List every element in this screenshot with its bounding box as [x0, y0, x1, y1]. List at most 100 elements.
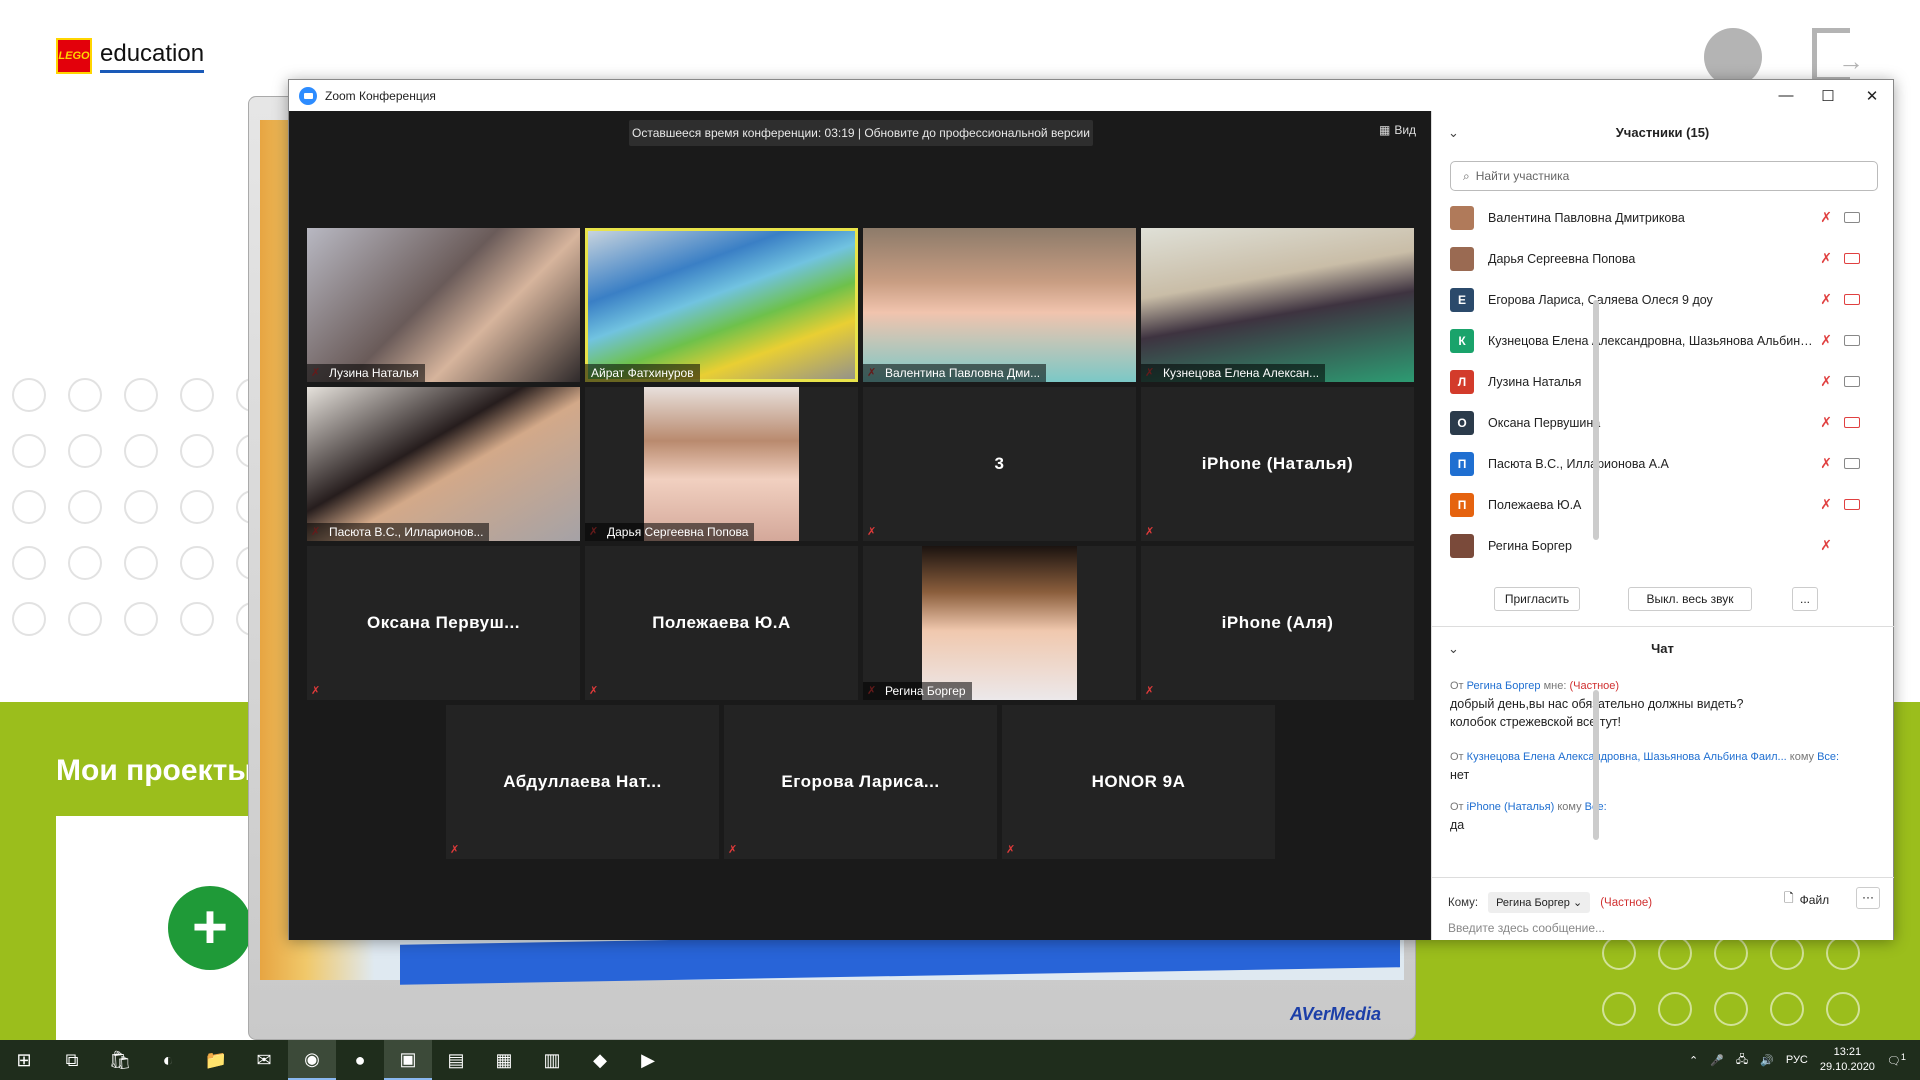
name-tile[interactable]: Оксана Первуш... ✗ [307, 546, 580, 700]
muted-mic-icon[interactable]: ✗ [1820, 250, 1832, 267]
participant-name: Дарья Сергеевна Попова [1488, 251, 1636, 266]
powerpoint-icon[interactable]: ▤ [432, 1040, 480, 1080]
video-tile-active-speaker[interactable]: Айрат Фатхинуров [585, 228, 858, 382]
tile-display-name: iPhone (Наталья) [1201, 454, 1354, 473]
chat-more-button[interactable]: ··· [1856, 887, 1880, 909]
name-tile[interactable]: Полежаева Ю.А ✗ [585, 546, 858, 700]
muted-mic-icon[interactable]: ✗ [1820, 496, 1832, 513]
mail-icon[interactable]: ✉ [240, 1040, 288, 1080]
participant-row[interactable]: Валентина Павловна Дмитрикова ✗ [1432, 197, 1878, 238]
media-app-icon[interactable]: ▶ [624, 1040, 672, 1080]
volume-icon[interactable]: 🔊 [1760, 1054, 1774, 1067]
muted-mic-icon[interactable]: ✗ [1820, 291, 1832, 308]
camera-off-icon[interactable] [1844, 417, 1860, 428]
muted-mic-icon: ✗ [311, 685, 321, 697]
sender-name[interactable]: Регина Боргер [1467, 680, 1541, 692]
participant-search-input[interactable]: ⌕ Найти участника [1450, 161, 1878, 191]
grid-icon: ▦ [1379, 123, 1391, 137]
title-bar: Zoom Конференция — ☐ ✕ [289, 80, 1893, 111]
participant-scrollbar[interactable] [1593, 300, 1599, 540]
camera-off-icon[interactable] [1844, 253, 1860, 264]
chat-message-input[interactable]: Введите здесь сообщение... [1448, 921, 1605, 935]
video-tile[interactable]: ✗ Валентина Павловна Дми... [863, 228, 1136, 382]
camera-off-icon[interactable] [1844, 499, 1860, 510]
video-tile[interactable]: ✗ Кузнецова Елена Алексан... [1141, 228, 1414, 382]
tray-chevron-icon[interactable]: ⌃ [1689, 1054, 1698, 1067]
video-tile[interactable]: ✗ Пасюта В.С., Илларионов... [307, 387, 580, 541]
name-tile[interactable]: HONOR 9A ✗ [1002, 705, 1275, 859]
camera-off-icon[interactable] [1844, 294, 1860, 305]
name-tile[interactable]: Егорова Лариса... ✗ [724, 705, 997, 859]
to-label: Кому: [1448, 896, 1479, 909]
store-icon[interactable]: 🛍 [96, 1040, 144, 1080]
participant-row[interactable]: П Полежаева Ю.А ✗ [1432, 484, 1878, 525]
file-explorer-icon[interactable]: 📁 [192, 1040, 240, 1080]
chat-scrollbar[interactable] [1593, 690, 1599, 840]
muted-mic-icon[interactable]: ✗ [1820, 332, 1832, 349]
muted-mic-icon[interactable]: ✗ [1820, 414, 1832, 431]
avatar: Л [1450, 369, 1474, 394]
mute-all-button[interactable]: Выкл. весь звук [1628, 587, 1752, 611]
language-indicator[interactable]: РУС [1786, 1054, 1808, 1066]
participant-row[interactable]: Дарья Сергеевна Попова ✗ [1432, 238, 1878, 279]
name-tile[interactable]: iPhone (Аля) ✗ [1141, 546, 1414, 700]
camera-icon[interactable] [1844, 376, 1860, 387]
muted-mic-icon[interactable]: ✗ [1820, 373, 1832, 390]
view-button[interactable]: ▦ Вид [1379, 123, 1416, 137]
camera-icon[interactable] [1844, 212, 1860, 223]
maximize-button[interactable]: ☐ [1805, 80, 1851, 111]
participant-row[interactable]: П Пасюта В.С., Илларионова А.А ✗ [1432, 443, 1878, 484]
search-icon: ⌕ [1463, 168, 1470, 183]
minimize-button[interactable]: — [1763, 80, 1809, 111]
settings-gear-icon[interactable] [1704, 28, 1762, 86]
participant-video-feed [644, 387, 799, 541]
video-tile[interactable]: ✗ Лузина Наталья [307, 228, 580, 382]
participant-row[interactable]: Л Лузина Наталья ✗ [1432, 361, 1878, 402]
windows-taskbar: ⊞ ⧉ 🛍 ◐ 📁 ✉ ◉ ● ▣ ▤ ▦ ▥ ◆ ▶ ⌃ 🎤 🖧 🔊 РУС … [0, 1040, 1920, 1080]
video-tile[interactable]: ✗ Дарья Сергеевна Попова [585, 387, 858, 541]
participant-row[interactable]: К Кузнецова Елена Александровна, Шазьянов… [1432, 320, 1878, 361]
notifications-icon[interactable]: 🗨1 [1887, 1052, 1906, 1068]
muted-mic-icon[interactable]: ✗ [1820, 537, 1832, 554]
participant-row[interactable]: Регина Боргер ✗ [1432, 525, 1878, 566]
muted-mic-icon[interactable]: ✗ [1820, 209, 1832, 226]
sender-name[interactable]: iPhone (Наталья) [1467, 801, 1555, 813]
invite-button[interactable]: Пригласить [1494, 587, 1580, 611]
recipient-select[interactable]: Регина Боргер ⌄ [1488, 892, 1591, 913]
video-tile[interactable]: ✗ Регина Боргер [863, 546, 1136, 700]
chat-divider [1432, 877, 1894, 878]
1c-app-icon[interactable]: ● [336, 1040, 384, 1080]
tile-name: Дарья Сергеевна Попова [585, 523, 755, 541]
network-icon[interactable]: 🖧 [1736, 1051, 1748, 1070]
name-tile[interactable]: iPhone (Наталья) ✗ [1141, 387, 1414, 541]
name-tile[interactable]: 3 ✗ [863, 387, 1136, 541]
excel-icon[interactable]: ▦ [480, 1040, 528, 1080]
clock[interactable]: 13:21 29.10.2020 [1820, 1045, 1875, 1075]
zoom-app-icon[interactable]: ▣ [384, 1040, 432, 1080]
sender-name[interactable]: Кузнецова Елена Александровна, Шазьянова… [1467, 751, 1787, 763]
participant-row[interactable]: Е Егорова Лариса, Саляева Олеся 9 доу ✗ [1432, 279, 1878, 320]
close-button[interactable]: ✕ [1849, 80, 1895, 111]
start-windows-icon[interactable]: ⊞ [0, 1040, 48, 1080]
muted-mic-icon[interactable]: ✗ [1820, 455, 1832, 472]
side-panel: ⌄ Участники (15) ⌕ Найти участника Вален… [1431, 111, 1894, 940]
muted-mic-icon: ✗ [589, 685, 599, 697]
word-icon[interactable]: ▥ [528, 1040, 576, 1080]
muted-mic-icon: ✗ [867, 526, 877, 538]
edge-browser-icon[interactable]: ◐ [144, 1040, 192, 1080]
camera-icon[interactable] [1844, 335, 1860, 346]
file-button[interactable]: 🗋 Файл [1784, 889, 1829, 910]
name-tile[interactable]: Абдуллаева Нат... ✗ [446, 705, 719, 859]
microphone-icon[interactable]: 🎤 [1710, 1054, 1724, 1067]
muted-mic-icon: ✗ [1145, 526, 1155, 538]
camera-icon[interactable] [1844, 458, 1860, 469]
private-label: (Частное) [1600, 896, 1653, 909]
time-remaining-banner[interactable]: Оставшееся время конференции: 03:19 | Об… [629, 120, 1093, 146]
notes-app-icon[interactable]: ◆ [576, 1040, 624, 1080]
add-project-button[interactable]: + [168, 886, 252, 970]
participants-more-button[interactable]: ... [1792, 587, 1818, 611]
chrome-icon[interactable]: ◉ [288, 1040, 336, 1080]
participant-row[interactable]: О Оксана Первушина ✗ [1432, 402, 1878, 443]
task-view-icon[interactable]: ⧉ [48, 1040, 96, 1080]
tile-display-name: HONOR 9A [1091, 772, 1186, 791]
